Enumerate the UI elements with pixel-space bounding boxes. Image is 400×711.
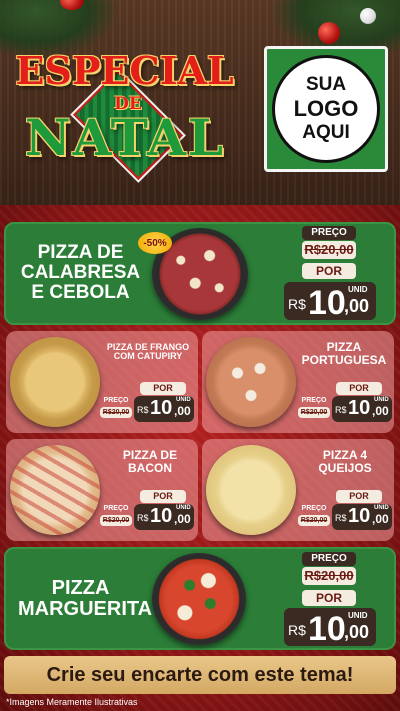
title-especial: ESPECIAL: [15, 48, 234, 93]
por-label: POR: [302, 263, 356, 279]
price-decimal: ,00: [174, 404, 191, 418]
currency: R$: [137, 513, 149, 523]
unit-label: UNID: [374, 505, 389, 511]
logo-text-line1: SUA: [305, 74, 347, 95]
unit-label: UNID: [348, 611, 368, 620]
product-name-line: E CEBOLA: [31, 281, 130, 303]
currency: R$: [288, 622, 306, 638]
por-label: POR: [302, 590, 356, 606]
preco-label: PREÇO: [302, 552, 356, 566]
product-name: PIZZA DE BACON: [104, 449, 196, 474]
pizza-marguerita-image: [152, 553, 246, 645]
currency: R$: [335, 513, 347, 523]
old-price: R$20,00: [302, 567, 356, 585]
unit-label: UNID: [348, 285, 368, 294]
product-name-line: PORTUGUESA: [301, 352, 387, 367]
title-natal: NATAL: [24, 108, 226, 167]
por-label: POR: [336, 382, 382, 395]
pizza-bacon-image: [10, 445, 100, 535]
disclaimer-text: *Imagens Meramente Ilustrativas: [6, 697, 138, 707]
price-integer: 10: [308, 610, 346, 648]
price-integer: 10: [348, 397, 371, 419]
currency: R$: [288, 296, 306, 312]
old-price: R$20,00: [298, 407, 330, 418]
unit-label: UNID: [176, 397, 191, 403]
pizza-portuguesa-image: [206, 337, 296, 427]
logo-text-line3: AQUI: [302, 122, 350, 143]
price-tag: R$ 10 ,00 UNID: [332, 504, 392, 530]
preco-label: PREÇO: [301, 505, 327, 512]
product-name-line: COM CATUPIRY: [113, 351, 183, 362]
price-decimal: ,00: [174, 512, 191, 526]
product-name: PIZZA DE CALABRESA E CEBOLA: [18, 243, 143, 303]
logo-circle: SUA LOGO AQUI: [272, 55, 380, 163]
price-integer: 10: [308, 284, 346, 322]
por-label: POR: [140, 490, 186, 503]
price-integer: 10: [150, 397, 173, 419]
product-name-line: PIZZA: [51, 577, 110, 599]
price-tag: R$ 10 ,00 UNID: [134, 396, 194, 422]
old-price: R$20,00: [100, 515, 132, 526]
price-decimal: ,00: [372, 512, 389, 526]
product-name-line: BACON: [128, 460, 172, 475]
old-price: R$20,00: [302, 241, 356, 259]
por-label: POR: [140, 382, 186, 395]
header: ESPECIAL DE NATAL SUA LOGO AQUI: [0, 0, 400, 205]
price-tag: R$ 10 ,00 UNID: [332, 396, 392, 422]
pizza-frango-image: [10, 337, 100, 427]
price-tag: R$ 10 ,00 UNID: [284, 608, 376, 648]
logo-text-line2: LOGO: [293, 96, 359, 121]
pizza-queijos-image: [206, 445, 296, 535]
product-name: PIZZA PORTUGUESA: [294, 341, 394, 366]
logo-placeholder: SUA LOGO AQUI: [264, 46, 388, 172]
product-name-line: PIZZA 4: [322, 448, 368, 462]
currency: R$: [137, 405, 149, 415]
por-label: POR: [336, 490, 382, 503]
cta-banner-text: Crie seu encarte com este tema!: [46, 663, 354, 686]
preco-label: PREÇO: [301, 397, 327, 404]
discount-badge: -50%: [138, 232, 172, 254]
price-integer: 10: [150, 505, 173, 527]
ornament-icon: [318, 22, 340, 44]
price-integer: 10: [348, 505, 371, 527]
old-price: R$20,00: [298, 515, 330, 526]
old-price: R$20,00: [100, 407, 132, 418]
product-name: PIZZA MARGUERITA: [18, 577, 153, 620]
price-decimal: ,00: [344, 296, 370, 316]
product-name-line: MARGUERITA: [18, 598, 153, 620]
product-name: PIZZA DE FRANGO COM CATUPIRY: [100, 342, 196, 362]
unit-label: UNID: [176, 505, 191, 511]
cta-banner: Crie seu encarte com este tema!: [4, 656, 396, 694]
ornament-icon: [360, 8, 376, 24]
price-decimal: ,00: [344, 622, 370, 642]
price-decimal: ,00: [372, 404, 389, 418]
product-name-line: PIZZA DE: [37, 242, 124, 263]
product-name-line: PIZZA DE: [122, 448, 178, 462]
preco-label: PREÇO: [103, 397, 129, 404]
price-tag: R$ 10 ,00 UNID: [284, 282, 376, 322]
preco-label: PREÇO: [302, 226, 356, 240]
product-name: PIZZA 4 QUEIJOS: [296, 449, 394, 474]
product-name-line: PIZZA: [326, 340, 362, 354]
preco-label: PREÇO: [103, 505, 129, 512]
price-tag: R$ 10 ,00 UNID: [134, 504, 194, 530]
product-name-line: QUEIJOS: [318, 460, 372, 475]
currency: R$: [335, 405, 347, 415]
unit-label: UNID: [374, 397, 389, 403]
product-name-line: CALABRESA: [20, 261, 141, 283]
